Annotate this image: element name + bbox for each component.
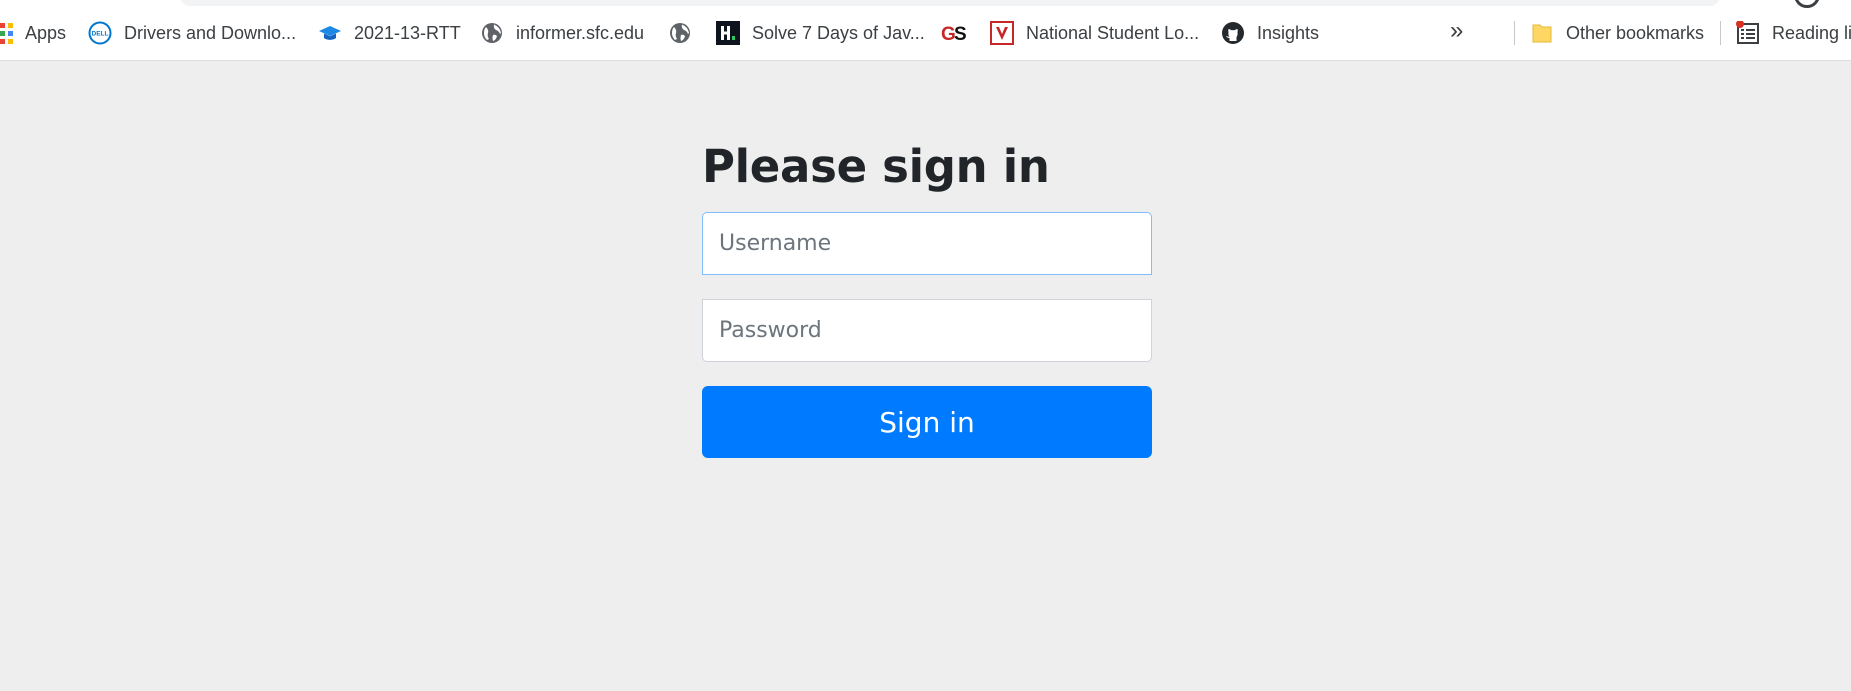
bookmark-rtt[interactable]: 2021-13-RTT	[318, 20, 461, 46]
bookmarks-divider	[1720, 21, 1721, 45]
bookmark-globe-unnamed[interactable]	[668, 20, 704, 46]
globe-icon	[480, 21, 504, 45]
page-title: Please sign in	[702, 140, 1050, 193]
folder-icon	[1530, 21, 1554, 45]
bookmark-label: Drivers and Downlo...	[124, 22, 297, 43]
sign-in-button[interactable]: Sign in	[702, 386, 1152, 458]
bookmark-label: informer.sfc.edu	[516, 22, 645, 43]
gs-logo-icon: G S	[940, 21, 968, 45]
bookmark-label: 2021-13-RTT	[354, 22, 461, 43]
reading-list-icon	[1736, 21, 1760, 45]
bookmark-hackerrank[interactable]: Solve 7 Days of Jav...	[716, 20, 925, 46]
password-input[interactable]	[702, 299, 1152, 362]
bookmark-label: Other bookmarks	[1566, 22, 1705, 43]
svg-text:S: S	[954, 24, 967, 45]
bookmark-label: Insights	[1257, 22, 1320, 43]
sign-in-form: Please sign in Sign in	[702, 140, 1152, 458]
graduation-cap-icon	[318, 21, 342, 45]
bookmark-gs[interactable]: G S	[940, 20, 980, 46]
svg-text:DELL: DELL	[92, 31, 109, 38]
dell-logo-icon: DELL	[88, 21, 112, 45]
address-bar-edge[interactable]	[180, 0, 1720, 6]
bookmark-informer[interactable]: informer.sfc.edu	[480, 20, 644, 46]
username-input[interactable]	[702, 212, 1152, 275]
bookmark-label: Solve 7 Days of Jav...	[752, 22, 925, 43]
bookmark-dell-drivers[interactable]: DELL Drivers and Downlo...	[88, 20, 296, 46]
bookmark-label: Reading li	[1772, 22, 1851, 43]
bookmark-apps[interactable]: Apps	[0, 20, 66, 46]
v-logo-icon	[990, 21, 1014, 45]
bookmark-github-insights[interactable]: Insights	[1221, 20, 1319, 46]
profile-avatar-edge[interactable]	[1794, 0, 1820, 8]
github-icon	[1221, 21, 1245, 45]
apps-grid-icon	[0, 21, 13, 45]
reading-list-button[interactable]: Reading li	[1736, 20, 1851, 46]
bookmark-other-bookmarks[interactable]: Other bookmarks	[1530, 20, 1704, 46]
bookmarks-divider	[1514, 21, 1515, 45]
globe-icon	[668, 21, 692, 45]
bookmark-label: National Student Lo...	[1026, 22, 1200, 43]
bookmarks-bar: Apps DELL Drivers and Downlo... 2021-13-…	[0, 0, 1851, 61]
bookmark-label: Apps	[25, 22, 67, 43]
hackerrank-icon	[716, 21, 740, 45]
bookmark-national-student-loans[interactable]: National Student Lo...	[990, 20, 1199, 46]
bookmarks-overflow-button[interactable]: »	[1450, 17, 1463, 45]
